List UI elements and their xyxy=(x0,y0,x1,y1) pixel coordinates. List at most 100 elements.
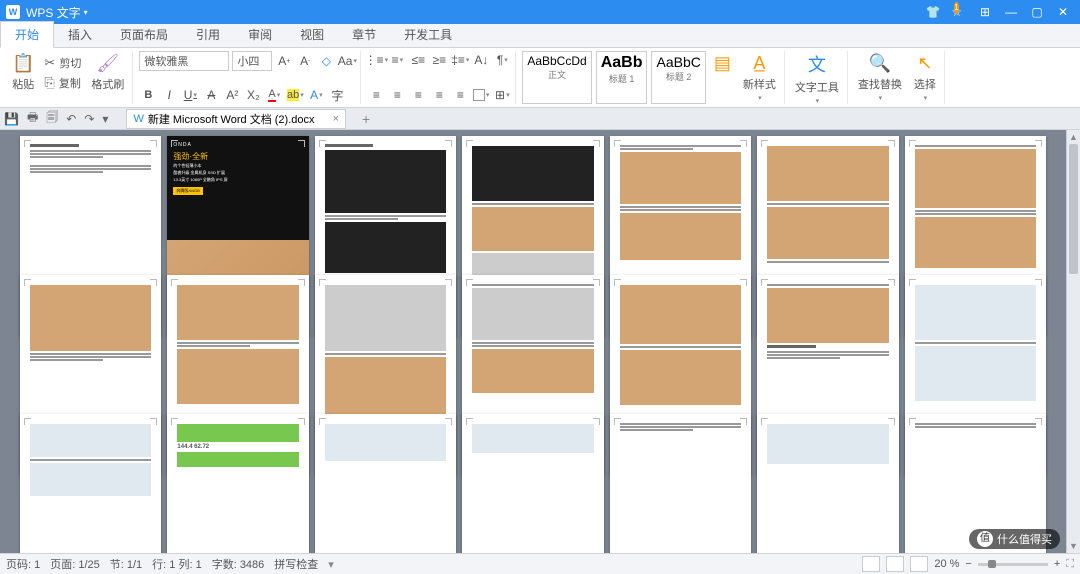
app-name: WPS 文字 xyxy=(26,4,81,21)
text-effects-button[interactable]: A▾ xyxy=(307,86,325,104)
format-painter-button[interactable]: 🖌格式刷 xyxy=(87,51,128,94)
shading-button[interactable]: ▾ xyxy=(472,86,490,104)
align-center-button[interactable]: ≡ xyxy=(388,86,406,104)
page-thumbnail[interactable] xyxy=(315,414,456,553)
status-pages[interactable]: 页面: 1/25 xyxy=(50,556,100,572)
app-menu-dropdown[interactable]: ▾ xyxy=(84,8,88,17)
page-thumbnail[interactable] xyxy=(610,414,751,553)
brush-icon: 🖌 xyxy=(96,53,119,74)
qat-more-button[interactable]: ▾ xyxy=(102,112,108,126)
decrease-indent-button[interactable]: ≤≡ xyxy=(409,51,427,69)
text-tool-icon: 文 xyxy=(808,51,826,77)
font-size-select[interactable]: 小四 xyxy=(232,51,272,71)
scroll-down-arrow[interactable]: ▼ xyxy=(1067,539,1080,553)
status-word-count[interactable]: 字数: 3486 xyxy=(212,556,265,572)
align-right-button[interactable]: ≡ xyxy=(409,86,427,104)
clear-format-button[interactable]: ◇ xyxy=(317,52,335,70)
feedback-icon[interactable]: ⊞ xyxy=(978,5,992,19)
zoom-slider[interactable] xyxy=(978,563,1048,566)
page-thumbnail[interactable] xyxy=(20,414,161,553)
view-outline-button[interactable] xyxy=(886,556,904,572)
tab-home[interactable]: 开始 xyxy=(0,21,54,48)
document-canvas[interactable]: ONDA强劲·全新的个性轻薄小本酷睿升级 金属机身 SSD 扩展13.3英寸 1… xyxy=(0,130,1066,553)
skin-icon[interactable]: 👕 xyxy=(926,5,940,19)
char-shading-button[interactable]: 字 xyxy=(328,86,346,104)
sort-button[interactable]: A↓ xyxy=(472,51,490,69)
status-page-number[interactable]: 页码: 1 xyxy=(6,556,40,572)
print-button[interactable]: 🖶 xyxy=(27,108,38,129)
styles-more-button[interactable]: ▤ xyxy=(710,51,735,104)
tab-layout[interactable]: 页面布局 xyxy=(106,22,182,47)
close-icon[interactable]: ✕ xyxy=(1056,5,1070,19)
paste-button[interactable]: 📋粘贴 xyxy=(8,51,38,94)
notification-icon[interactable]: ☆1 xyxy=(952,5,966,19)
fullscreen-button[interactable]: ⛶ xyxy=(1066,558,1074,571)
view-print-layout-button[interactable] xyxy=(862,556,880,572)
copy-button[interactable]: ⎘复制 xyxy=(42,74,83,92)
increase-indent-button[interactable]: ≥≡ xyxy=(430,51,448,69)
tab-references[interactable]: 引用 xyxy=(182,22,234,47)
style-heading1[interactable]: AaBb标题 1 xyxy=(596,51,648,104)
zoom-out-button[interactable]: − xyxy=(965,558,971,570)
underline-button[interactable]: U▾ xyxy=(181,86,199,104)
numbering-button[interactable]: ≡▾ xyxy=(388,51,406,69)
font-family-select[interactable]: 微软雅黑 xyxy=(139,51,229,71)
borders-button[interactable]: ⊞▾ xyxy=(493,86,511,104)
print-preview-button[interactable]: 🗐 xyxy=(46,108,58,129)
justify-button[interactable]: ≡ xyxy=(430,86,448,104)
tab-review[interactable]: 审阅 xyxy=(234,22,286,47)
grow-font-button[interactable]: A+ xyxy=(275,52,293,70)
page-thumbnail[interactable] xyxy=(462,414,603,553)
status-bar: 页码: 1 页面: 1/25 节: 1/1 行: 1 列: 1 字数: 3486… xyxy=(0,553,1080,574)
font-color-button[interactable]: A▾ xyxy=(265,86,283,104)
italic-button[interactable]: I xyxy=(160,86,178,104)
text-tool-button[interactable]: 文文字工具▾ xyxy=(791,49,843,107)
close-doc-icon[interactable]: × xyxy=(333,113,339,125)
subscript-button[interactable]: X₂ xyxy=(244,86,262,104)
distributed-button[interactable]: ≡ xyxy=(451,86,469,104)
tab-developer[interactable]: 开发工具 xyxy=(390,22,466,47)
scroll-up-arrow[interactable]: ▲ xyxy=(1067,130,1080,144)
watermark-badge: 值 什么值得买 xyxy=(969,529,1060,549)
superscript-button[interactable]: A² xyxy=(223,86,241,104)
zoom-in-button[interactable]: + xyxy=(1054,558,1060,570)
new-tab-button[interactable]: + xyxy=(362,111,370,127)
status-section[interactable]: 节: 1/1 xyxy=(110,556,142,572)
tab-insert[interactable]: 插入 xyxy=(54,22,106,47)
change-case-button[interactable]: Aa▾ xyxy=(338,52,356,70)
cut-button[interactable]: ✂剪切 xyxy=(42,54,83,72)
scroll-thumb[interactable] xyxy=(1069,144,1078,274)
bold-button[interactable]: B xyxy=(139,86,157,104)
search-icon: 🔍 xyxy=(869,53,891,74)
tab-sections[interactable]: 章节 xyxy=(338,22,390,47)
minimize-icon[interactable]: — xyxy=(1004,5,1018,19)
tab-view[interactable]: 视图 xyxy=(286,22,338,47)
vertical-scrollbar[interactable]: ▲ ▼ xyxy=(1066,130,1080,553)
show-marks-button[interactable]: ¶▾ xyxy=(493,51,511,69)
shrink-font-button[interactable]: A- xyxy=(296,52,314,70)
select-button[interactable]: ↖选择▾ xyxy=(910,51,940,104)
ribbon: 📋粘贴 ✂剪切 ⎘复制 🖌格式刷 微软雅黑 小四 A+ A- ◇ Aa▾ B I… xyxy=(0,48,1080,108)
view-web-button[interactable] xyxy=(910,556,928,572)
bullets-button[interactable]: ⋮≡▾ xyxy=(367,51,385,69)
find-replace-button[interactable]: 🔍查找替换▾ xyxy=(854,51,906,104)
new-style-button[interactable]: A̲新样式▾ xyxy=(739,51,780,104)
redo-button[interactable]: ↷ xyxy=(84,112,94,126)
strikethrough-button[interactable]: A xyxy=(202,86,220,104)
status-spellcheck[interactable]: 拼写检查 xyxy=(274,556,318,572)
maximize-icon[interactable]: ▢ xyxy=(1030,5,1044,19)
highlight-button[interactable]: ab▾ xyxy=(286,86,304,104)
page-thumbnail[interactable] xyxy=(757,414,898,553)
scroll-track[interactable] xyxy=(1067,144,1080,539)
save-button[interactable]: 💾 xyxy=(4,112,19,126)
status-cursor[interactable]: 行: 1 列: 1 xyxy=(152,556,202,572)
line-spacing-button[interactable]: ‡≡▾ xyxy=(451,51,469,69)
style-normal[interactable]: AaBbCcDd正文 xyxy=(522,51,591,104)
scissors-icon: ✂ xyxy=(44,55,55,71)
document-tab[interactable]: W 新建 Microsoft Word 文档 (2).docx × xyxy=(126,109,346,129)
zoom-level[interactable]: 20 % xyxy=(934,558,959,570)
style-heading2[interactable]: AaBbC标题 2 xyxy=(651,51,705,104)
page-thumbnail[interactable]: 144.4 62.72 xyxy=(167,414,308,553)
undo-button[interactable]: ↶ xyxy=(66,112,76,126)
align-left-button[interactable]: ≡ xyxy=(367,86,385,104)
